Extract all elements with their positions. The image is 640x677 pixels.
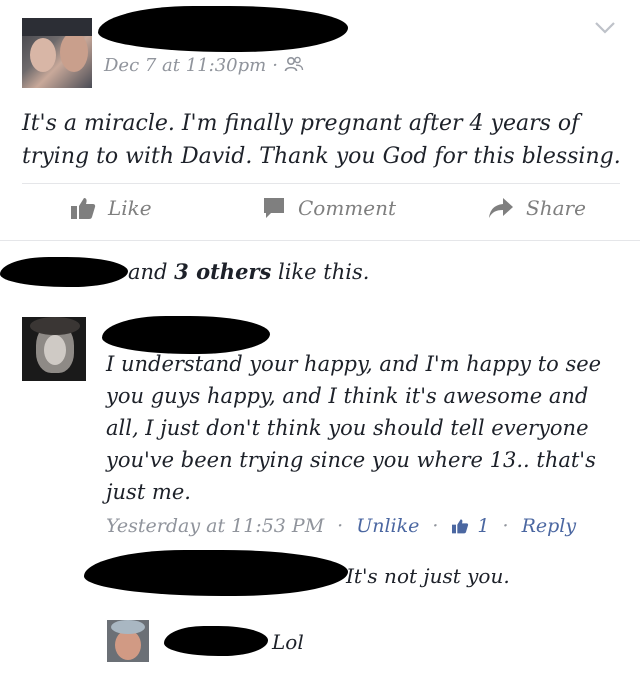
redacted-replier-name [84,550,348,596]
comment-body: I understand your happy, and I'm happy t… [106,352,602,504]
likes-summary[interactable]: and 3 others like this. [0,255,640,291]
reply-body: It's not just you. [346,564,510,588]
replier-avatar[interactable] [107,620,149,662]
divider [22,183,620,184]
redacted-replier-name [164,626,268,656]
redacted-author-name [98,6,348,52]
post-author-avatar[interactable] [22,18,92,88]
post-body: It's a miracle. I'm finally pregnant aft… [22,111,621,169]
thumbs-up-icon [452,519,469,534]
comment-like-count[interactable]: 1 [451,515,490,537]
likes-prefix: and [128,260,175,284]
comment-label: Comment [298,196,397,220]
divider [0,240,640,241]
likes-suffix: like this. [271,260,370,284]
post-meta: Dec 7 at 11:30pm · [104,55,304,76]
meta-separator: · [272,55,278,76]
post-timestamp[interactable]: Dec 7 at 11:30pm [104,55,266,76]
friends-audience-icon[interactable] [284,56,304,76]
share-button[interactable]: Share [488,196,586,220]
unlike-link[interactable]: Unlike [356,515,419,537]
meta-separator: · [502,515,509,537]
post-actions-bar: Like Comment Share [0,196,640,226]
like-button[interactable]: Like [70,196,152,220]
redacted-liker-name [0,257,128,287]
comment-meta: Yesterday at 11:53 PM · Unlike · 1 · Rep… [106,515,576,537]
comment-icon [264,198,284,218]
reply-body: Lol [272,630,304,654]
reply-link[interactable]: Reply [522,515,577,537]
like-label: Like [108,196,152,220]
post-options-chevron-icon[interactable] [594,20,616,39]
meta-separator: · [337,515,344,537]
commenter-avatar[interactable] [22,317,86,381]
comment-timestamp[interactable]: Yesterday at 11:53 PM [106,515,324,537]
share-label: Share [526,196,586,220]
meta-separator: · [432,515,439,537]
thumbs-up-icon [71,198,96,219]
comment-button[interactable]: Comment [262,196,396,220]
share-arrow-icon [489,198,513,218]
likes-others-link[interactable]: 3 others [174,259,271,284]
